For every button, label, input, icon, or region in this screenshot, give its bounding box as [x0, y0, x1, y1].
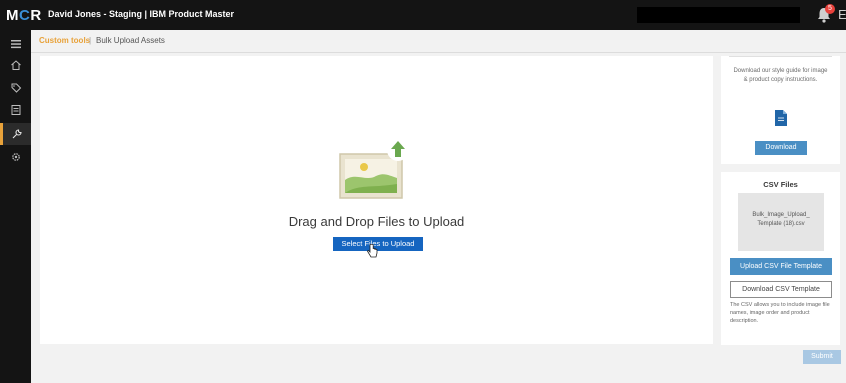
user-menu[interactable]: E	[838, 7, 846, 22]
csv-file-name: Bulk_Image_Upload_ Template (18).csv	[752, 212, 810, 227]
select-files-button[interactable]: Select Files to Upload	[333, 237, 423, 251]
document-icon	[775, 110, 787, 126]
style-guide-text: Download our style guide for image & pro…	[733, 68, 828, 83]
tag-icon	[11, 83, 21, 93]
redacted-area	[637, 7, 800, 23]
csv-description: The CSV allows you to include image file…	[730, 302, 830, 324]
breadcrumb-parent[interactable]: Custom tools	[39, 36, 90, 45]
catalog-icon	[11, 105, 20, 115]
sidebar-custom-tools[interactable]	[0, 123, 31, 145]
notification-badge: 5	[825, 4, 835, 14]
menu-icon	[10, 40, 21, 49]
download-csv-button[interactable]: Download CSV Template	[730, 281, 832, 298]
hand-cursor-icon	[367, 244, 378, 258]
drop-title: Drag and Drop Files to Upload	[288, 214, 465, 229]
csv-title: CSV Files	[763, 180, 798, 189]
sidebar-catalog[interactable]	[0, 100, 31, 120]
app-logo[interactable]: MCR	[6, 7, 42, 24]
tools-icon	[12, 129, 22, 139]
sidebar-tags[interactable]	[0, 78, 31, 98]
sidebar-settings[interactable]	[0, 147, 31, 167]
image-upload-icon	[339, 139, 409, 199]
breadcrumb: Custom tools | Bulk Upload Assets	[31, 30, 846, 53]
breadcrumb-current: Bulk Upload Assets	[96, 36, 165, 45]
submit-button[interactable]: Submit	[803, 350, 841, 364]
sidebar-menu[interactable]	[0, 34, 31, 54]
csv-files-panel: CSV Files Bulk_Image_Upload_ Template (1…	[721, 172, 840, 345]
home-icon	[10, 60, 21, 70]
drop-zone[interactable]: Drag and Drop Files to Upload Select Fil…	[40, 56, 713, 344]
settings-icon	[11, 153, 20, 161]
csv-file-card[interactable]: Bulk_Image_Upload_ Template (18).csv	[738, 193, 824, 251]
divider	[729, 56, 832, 57]
upload-csv-button[interactable]: Upload CSV File Template	[730, 258, 832, 275]
download-style-guide-button[interactable]: Download	[755, 141, 807, 155]
top-bar: MCR David Jones - Staging | IBM Product …	[0, 0, 846, 30]
sidebar	[0, 30, 31, 383]
sidebar-home[interactable]	[0, 55, 31, 75]
org-title: David Jones - Staging | IBM Product Mast…	[48, 9, 235, 19]
breadcrumb-separator: |	[89, 36, 92, 45]
